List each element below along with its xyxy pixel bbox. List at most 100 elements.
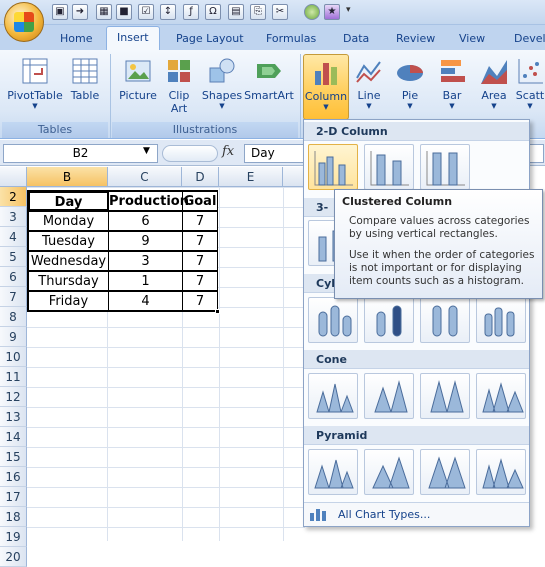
checkbox-icon[interactable]: ☑ (138, 4, 154, 20)
column-chart-button[interactable]: Column ▼ (303, 54, 349, 120)
table-cell[interactable]: Wednesday (28, 251, 109, 271)
row-header[interactable]: 8 (0, 307, 27, 327)
sort-icon[interactable]: ↕ (160, 4, 176, 20)
column-header-f[interactable] (283, 167, 305, 187)
table-cell[interactable]: 4 (108, 291, 183, 311)
tab-formulas[interactable]: Formulas (256, 28, 326, 50)
row-header[interactable]: 2 (0, 187, 27, 207)
3d-pyramid-option[interactable] (476, 449, 526, 495)
row-header[interactable]: 11 (0, 367, 27, 387)
row-header[interactable]: 10 (0, 347, 27, 367)
row-header[interactable]: 12 (0, 387, 27, 407)
row-header[interactable]: 17 (0, 487, 27, 507)
scatter-chart-button[interactable]: Scatt ▼ (515, 54, 545, 120)
name-box-dropdown-icon[interactable]: ▼ (143, 146, 150, 156)
table-cell[interactable]: 7 (182, 211, 218, 231)
column-header-b[interactable]: B (27, 167, 108, 187)
3d-cone-option[interactable] (476, 373, 526, 419)
table-cell[interactable]: 7 (182, 271, 218, 291)
pivottable-button[interactable]: PivotTable ▼ (5, 54, 65, 120)
clustered-column-option[interactable] (308, 144, 358, 190)
omega-icon[interactable]: Ω (205, 4, 221, 20)
smartart-button[interactable]: SmartArt (244, 54, 294, 120)
row-header[interactable]: 9 (0, 327, 27, 347)
100-stacked-pyramid-option[interactable] (420, 449, 470, 495)
row-header[interactable]: 19 (0, 527, 27, 547)
table-cell[interactable]: 9 (108, 231, 183, 251)
clip-art-button[interactable]: Clip Art (162, 54, 196, 120)
tab-review[interactable]: Review (386, 28, 445, 50)
name-box[interactable]: B2 (3, 144, 158, 163)
all-chart-types-link[interactable]: All Chart Types... (304, 502, 529, 526)
table-cell[interactable]: 7 (182, 251, 218, 271)
tab-view[interactable]: View (449, 28, 495, 50)
table-cell[interactable]: Friday (28, 291, 109, 311)
column-header-e[interactable]: E (219, 167, 283, 187)
100-stacked-cylinder-option[interactable] (420, 297, 470, 343)
column-header-c[interactable]: C (108, 167, 182, 187)
table-cell[interactable]: 7 (182, 291, 218, 311)
table-cell[interactable]: 6 (108, 211, 183, 231)
area-chart-button[interactable]: Area ▼ (474, 54, 514, 120)
paste-icon[interactable]: ⎘ (250, 4, 266, 20)
tab-home[interactable]: Home (50, 28, 102, 50)
shapes-button[interactable]: Shapes ▼ (200, 54, 244, 120)
row-header[interactable]: 18 (0, 507, 27, 527)
cell-box-icon[interactable]: ■ (116, 4, 132, 20)
save-icon[interactable]: ▣ (52, 4, 68, 20)
header-cell-day[interactable]: Day (28, 191, 109, 211)
qat-dropdown-icon[interactable]: ▾ (346, 5, 351, 15)
macro-icon[interactable]: ★ (324, 4, 340, 20)
clustered-cone-option[interactable] (308, 373, 358, 419)
3d-cylinder-option[interactable] (476, 297, 526, 343)
insert-function-button[interactable]: fx (222, 144, 234, 159)
table-cell[interactable]: 3 (108, 251, 183, 271)
picture-button[interactable]: Picture (116, 54, 160, 120)
row-header[interactable]: 20 (0, 547, 27, 567)
globe-icon[interactable] (304, 4, 320, 20)
pie-chart-button[interactable]: Pie ▼ (390, 54, 430, 120)
table-cell[interactable]: Monday (28, 211, 109, 231)
cut-icon[interactable]: ✂ (272, 4, 288, 20)
clustered-pyramid-option[interactable] (308, 449, 358, 495)
tab-page-layout[interactable]: Page Layout (166, 28, 254, 50)
tab-data[interactable]: Data (333, 28, 379, 50)
column-header-d[interactable]: D (182, 167, 219, 187)
row-header[interactable]: 16 (0, 467, 27, 487)
select-all-corner[interactable] (0, 167, 27, 187)
row-header[interactable]: 3 (0, 207, 27, 227)
tab-developer[interactable]: Develo (504, 28, 545, 50)
table-cell[interactable]: 1 (108, 271, 183, 291)
document-icon[interactable]: ▤ (228, 4, 244, 20)
tab-insert[interactable]: Insert (106, 26, 160, 51)
table-cell[interactable]: Tuesday (28, 231, 109, 251)
stacked-cone-option[interactable] (364, 373, 414, 419)
bar-chart-button[interactable]: Bar ▼ (432, 54, 472, 120)
table-button[interactable]: Table (66, 54, 104, 120)
arrow-icon[interactable]: ➜ (72, 4, 88, 20)
row-header[interactable]: 13 (0, 407, 27, 427)
row-header[interactable]: 6 (0, 267, 27, 287)
table-cell[interactable]: Thursday (28, 271, 109, 291)
100-stacked-column-option[interactable] (420, 144, 470, 190)
row-header[interactable]: 7 (0, 287, 27, 307)
column-chart-icon (311, 57, 341, 87)
line-chart-button[interactable]: Line ▼ (350, 54, 388, 120)
fill-handle[interactable] (215, 309, 220, 314)
stacked-pyramid-option[interactable] (364, 449, 414, 495)
gallery-section-cone: Cone (304, 350, 529, 369)
100-stacked-cone-option[interactable] (420, 373, 470, 419)
header-cell-production[interactable]: Production (108, 191, 189, 211)
stacked-cylinder-option[interactable] (364, 297, 414, 343)
clustered-cylinder-option[interactable] (308, 297, 358, 343)
table-cell[interactable]: 7 (182, 231, 218, 251)
row-header[interactable]: 4 (0, 227, 27, 247)
row-header[interactable]: 14 (0, 427, 27, 447)
borders-icon[interactable]: ▦ (96, 4, 112, 20)
header-cell-goal[interactable]: Goal (182, 191, 218, 211)
row-header[interactable]: 15 (0, 447, 27, 467)
stacked-column-option[interactable] (364, 144, 414, 190)
row-header[interactable]: 5 (0, 247, 27, 267)
function-icon[interactable]: ƒ (183, 4, 199, 20)
office-button[interactable] (4, 2, 44, 42)
